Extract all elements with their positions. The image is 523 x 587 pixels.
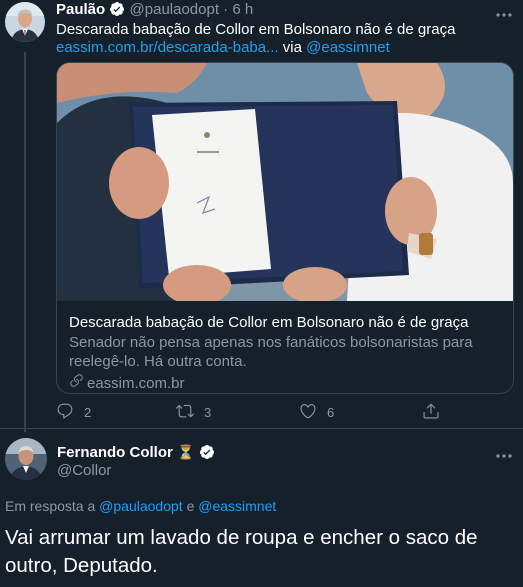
article-link[interactable]: eassim.com.br/descarada-baba... (56, 39, 279, 56)
author-handle[interactable]: @paulaodopt (130, 1, 219, 18)
share-button[interactable] (422, 402, 440, 423)
share-icon (422, 402, 440, 423)
timestamp[interactable]: 6 h (232, 1, 253, 18)
link-icon (69, 373, 84, 393)
reply-prefix: Em resposta a (5, 498, 96, 514)
avatar-collor[interactable] (5, 438, 47, 480)
card-title: Descarada babação de Collor em Bolsonaro… (69, 314, 469, 331)
avatar-paulao[interactable] (5, 2, 45, 42)
via-label: via (282, 39, 302, 56)
via-handle-link[interactable]: @eassimnet (306, 39, 390, 56)
more-options-icon[interactable] (496, 8, 512, 18)
card-image (57, 63, 513, 305)
card-domain-text: eassim.com.br (87, 374, 185, 392)
tweet2-header: Fernando Collor ⏳ (57, 444, 215, 464)
verified-badge-icon (199, 444, 215, 464)
author-handle[interactable]: @Collor (57, 462, 111, 479)
tweet2-text: Vai arrumar um lavado de roupa e encher … (5, 526, 478, 577)
link-preview-card[interactable]: Descarada babação de Collor em Bolsonaro… (56, 62, 514, 394)
reply-context: Em resposta a @paulaodopt e @eassimnet (5, 498, 276, 514)
tweet1-actions: 2 3 6 (0, 402, 523, 422)
hourglass-icon: ⏳ (177, 444, 195, 460)
reply-icon (56, 402, 74, 423)
card-domain: eassim.com.br (69, 373, 503, 393)
tweet1-header: Paulão @paulaodopt · 6 h (56, 1, 253, 21)
retweet-icon (176, 402, 194, 423)
reply-and: e (186, 498, 195, 514)
reply-user-link[interactable]: @eassimnet (198, 498, 276, 514)
reply-user-link[interactable]: @paulaodopt (99, 498, 183, 514)
retweet-button[interactable]: 3 (176, 402, 211, 423)
verified-badge-icon (109, 1, 125, 21)
divider (0, 428, 523, 429)
retweet-count: 3 (204, 405, 212, 420)
tweet1-text: Descarada babação de Collor em Bolsonaro… (56, 21, 456, 38)
thread-line (24, 52, 26, 432)
card-body: Descarada babação de Collor em Bolsonaro… (69, 313, 503, 393)
like-icon (299, 402, 317, 423)
author-name[interactable]: Fernando Collor (57, 444, 173, 461)
more-options-icon[interactable] (496, 449, 512, 459)
like-count: 6 (327, 405, 335, 420)
separator: · (223, 1, 229, 18)
author-name[interactable]: Paulão (56, 1, 105, 18)
reply-button[interactable]: 2 (56, 402, 91, 423)
reply-count: 2 (84, 405, 92, 420)
like-button[interactable]: 6 (299, 402, 334, 423)
card-description: Senador não pensa apenas nos fanáticos b… (69, 334, 473, 370)
tweet1-links: eassim.com.br/descarada-baba... via @eas… (56, 38, 390, 58)
